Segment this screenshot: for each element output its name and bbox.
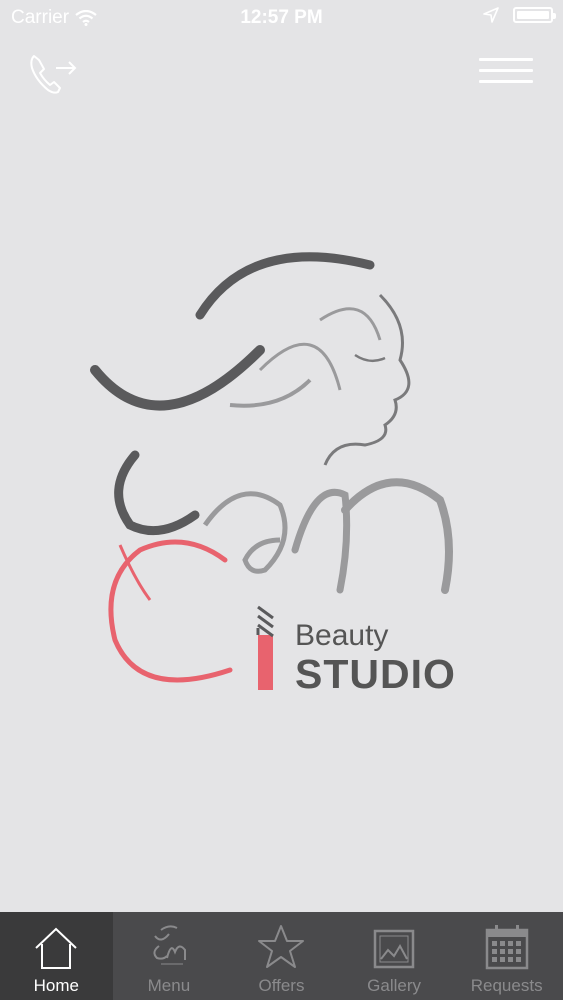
status-bar: Carrier 12:57 PM: [0, 0, 563, 38]
tab-label-menu: Menu: [147, 976, 191, 995]
hamburger-menu-icon[interactable]: [479, 58, 533, 86]
tab-menu[interactable]: Menu: [113, 912, 226, 1000]
phone-forward-icon: [30, 55, 77, 94]
status-right: [483, 7, 556, 23]
tab-requests[interactable]: Requests: [450, 912, 563, 1000]
home-icon: [35, 927, 77, 969]
tab-home[interactable]: Home: [0, 912, 113, 1000]
call-button[interactable]: [26, 48, 80, 98]
tab-label-requests: Requests: [470, 976, 543, 995]
gallery-icon: [373, 929, 415, 969]
tab-label-offers: Offers: [258, 976, 305, 995]
battery-icon: [513, 7, 556, 23]
tab-bar: Home Menu Offers Gallery Requests: [0, 912, 563, 1000]
calendar-icon: [485, 925, 528, 970]
logo-beauty-text: Beauty: [295, 619, 389, 652]
logo-icon: [153, 925, 186, 965]
clock: 12:57 PM: [240, 7, 323, 28]
tab-gallery[interactable]: Gallery: [338, 912, 451, 1000]
location-arrow-icon: [483, 7, 499, 23]
logo-studio-text: STUDIO: [295, 651, 456, 697]
tab-offers[interactable]: Offers: [225, 912, 338, 1000]
logo-brand-text: Beauty STUDIO: [295, 619, 456, 697]
star-icon: [258, 925, 305, 968]
tab-label-gallery: Gallery: [367, 976, 421, 995]
tab-label-home: Home: [33, 976, 79, 995]
cm-beauty-studio-logo: Beauty STUDIO: [80, 240, 480, 710]
